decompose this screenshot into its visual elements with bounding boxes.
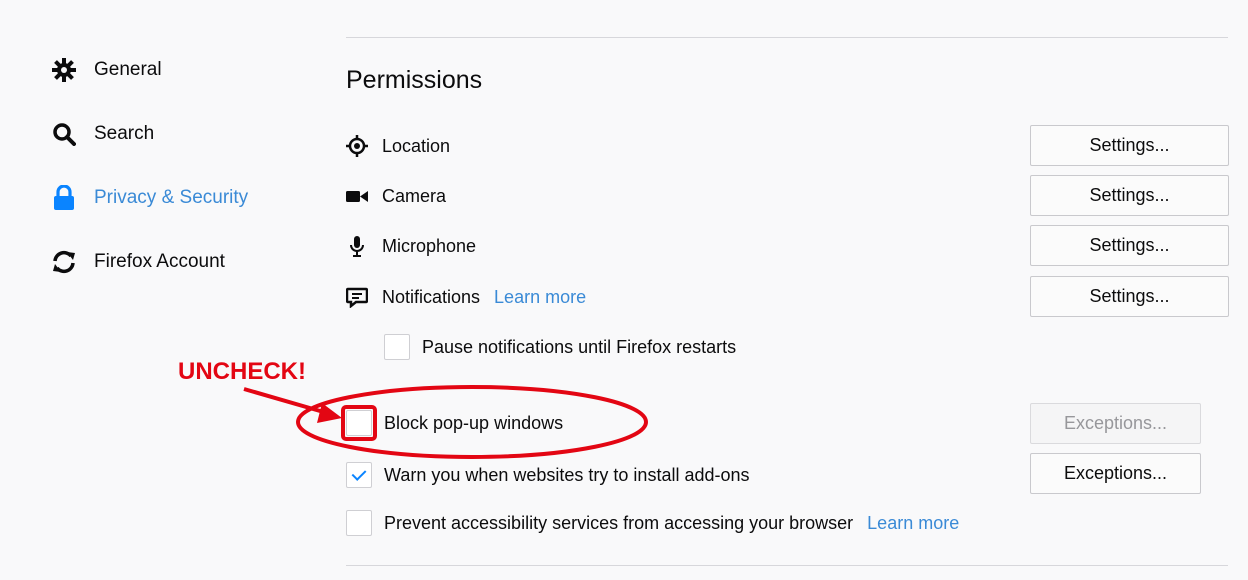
notifications-settings-button[interactable]: Settings... [1030, 276, 1229, 317]
search-icon [50, 120, 78, 148]
annotation-arrow-line [243, 387, 328, 415]
sidebar-item-label: Search [94, 123, 155, 144]
permission-row-microphone: Microphone [346, 231, 476, 261]
permission-label: Microphone [382, 235, 477, 256]
block-popups-label: Block pop-up windows [384, 412, 564, 433]
accessibility-learn-more-link[interactable]: Learn more [867, 513, 959, 534]
pause-notifications-row: Pause notifications until Firefox restar… [384, 333, 736, 361]
sidebar-item-label: Firefox Account [94, 251, 225, 272]
warn-addons-label: Warn you when websites try to install ad… [384, 464, 750, 485]
location-settings-button[interactable]: Settings... [1030, 125, 1229, 166]
location-icon [346, 135, 368, 157]
sidebar-item-label: General [94, 59, 162, 80]
addons-exceptions-button[interactable]: Exceptions... [1030, 453, 1201, 494]
sidebar-item-general[interactable]: General [50, 38, 310, 102]
preferences-sidebar: General Search Privacy & Security Firefo… [50, 38, 310, 294]
lock-icon [50, 184, 78, 212]
warn-addons-row: Warn you when websites try to install ad… [346, 461, 750, 489]
sidebar-item-search[interactable]: Search [50, 102, 310, 166]
gear-icon [50, 56, 78, 84]
permission-label: Notifications [382, 286, 481, 307]
camera-icon [346, 185, 368, 207]
block-popups-checkbox[interactable] [346, 410, 372, 436]
popups-exceptions-button[interactable]: Exceptions... [1030, 403, 1201, 444]
sync-icon [50, 248, 78, 276]
annotation-arrow-head [317, 403, 342, 423]
microphone-icon [346, 235, 368, 257]
prevent-accessibility-label: Prevent accessibility services from acce… [384, 512, 854, 533]
permission-row-notifications: Notifications Learn more [346, 282, 586, 312]
notifications-learn-more-link[interactable]: Learn more [494, 287, 586, 308]
sidebar-item-label: Privacy & Security [94, 187, 249, 208]
prevent-accessibility-checkbox[interactable] [346, 510, 372, 536]
pause-notifications-label: Pause notifications until Firefox restar… [422, 336, 737, 357]
microphone-settings-button[interactable]: Settings... [1030, 225, 1229, 266]
permission-row-location: Location [346, 131, 450, 161]
permission-label: Location [382, 135, 451, 156]
permission-label: Camera [382, 185, 447, 206]
permission-row-camera: Camera [346, 181, 446, 211]
permissions-heading: Permissions [346, 66, 483, 94]
sidebar-item-privacy-security[interactable]: Privacy & Security [50, 166, 310, 230]
camera-settings-button[interactable]: Settings... [1030, 175, 1229, 216]
sidebar-item-firefox-account[interactable]: Firefox Account [50, 230, 310, 294]
prevent-accessibility-row: Prevent accessibility services from acce… [346, 509, 959, 537]
section-divider-bottom [346, 565, 1228, 566]
block-popups-row: Block pop-up windows [346, 409, 563, 437]
section-divider-top [346, 37, 1228, 38]
notifications-icon [346, 286, 368, 308]
warn-addons-checkbox[interactable] [346, 462, 372, 488]
annotation-label: UNCHECK! [178, 358, 306, 385]
pause-notifications-checkbox[interactable] [384, 334, 410, 360]
